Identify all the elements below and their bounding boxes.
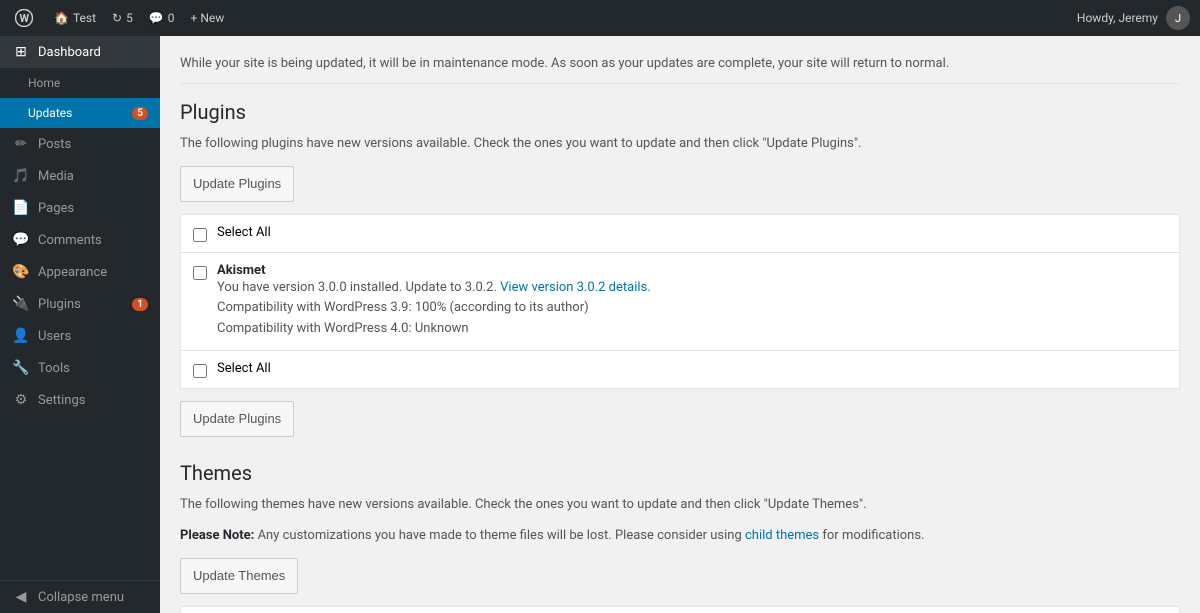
- sidebar-item-users[interactable]: 👤 Users: [0, 320, 160, 352]
- svg-text:W: W: [20, 12, 30, 25]
- plugin-row-akismet: Akismet You have version 3.0.0 installed…: [181, 253, 1179, 351]
- site-name-label: Test: [73, 11, 96, 25]
- themes-note-end: for modifications.: [822, 528, 924, 543]
- plugin-version-link[interactable]: View version 3.0.2 details.: [500, 280, 651, 295]
- update-themes-button[interactable]: Update Themes: [180, 558, 298, 594]
- admin-bar: W 🏠 Test ↻ 5 💬 0 + New Howdy, Jeremy J: [0, 0, 1200, 36]
- greeting-text: Howdy, Jeremy: [1077, 11, 1158, 25]
- plugin-details: You have version 3.0.0 installed. Update…: [217, 278, 651, 340]
- admin-bar-right: Howdy, Jeremy J: [1077, 6, 1190, 30]
- site-name-item[interactable]: 🏠 Test: [54, 11, 96, 25]
- themes-title: Themes: [180, 461, 1180, 485]
- sidebar-updates-label: Updates: [28, 106, 124, 120]
- plugin-info: Akismet You have version 3.0.0 installed…: [217, 263, 651, 340]
- plugins-title: Plugins: [180, 100, 1180, 124]
- plugins-select-all-top-row: Select All Akismet You have version 3.0.…: [180, 214, 1180, 389]
- sidebar-home-label: Home: [28, 76, 148, 90]
- sidebar: ⊞ Dashboard Home Updates 5 ✏ Posts 🎵 Med…: [0, 36, 160, 613]
- themes-note: Please Note: Any customizations you have…: [180, 526, 1180, 546]
- akismet-checkbox[interactable]: [193, 266, 207, 280]
- avatar[interactable]: J: [1166, 6, 1190, 30]
- sidebar-item-posts[interactable]: ✏ Posts: [0, 128, 160, 160]
- sidebar-item-collapse[interactable]: ◀ Collapse menu: [0, 580, 160, 613]
- sidebar-pages-label: Pages: [38, 201, 148, 216]
- update-plugins-button-top[interactable]: Update Plugins: [180, 166, 294, 202]
- sidebar-plugins-label: Plugins: [38, 297, 124, 312]
- sidebar-item-plugins[interactable]: 🔌 Plugins 1: [0, 288, 160, 320]
- updates-icon: ↻: [112, 11, 122, 25]
- sidebar-item-pages[interactable]: 📄 Pages: [0, 192, 160, 224]
- main-layout: ⊞ Dashboard Home Updates 5 ✏ Posts 🎵 Med…: [0, 36, 1200, 613]
- comments-count: 0: [168, 11, 175, 25]
- themes-table: Select All Twenty Fourteen: [180, 606, 1180, 613]
- tools-icon: 🔧: [12, 360, 30, 376]
- new-item[interactable]: + New: [191, 11, 225, 25]
- wp-logo-icon[interactable]: W: [10, 4, 38, 32]
- update-plugins-button-bottom[interactable]: Update Plugins: [180, 401, 294, 437]
- themes-description: The following themes have new versions a…: [180, 495, 1180, 515]
- posts-icon: ✏: [12, 136, 30, 152]
- plugin-compat2: Compatibility with WordPress 4.0: Unknow…: [217, 321, 469, 336]
- select-all-bottom-label: Select All: [217, 361, 271, 376]
- sidebar-item-updates[interactable]: Updates 5: [0, 98, 160, 128]
- sidebar-media-label: Media: [38, 169, 148, 184]
- sidebar-item-tools[interactable]: 🔧 Tools: [0, 352, 160, 384]
- themes-select-all-row: Select All: [181, 607, 1179, 613]
- comments-sidebar-icon: 💬: [12, 232, 30, 248]
- updates-item[interactable]: ↻ 5: [112, 11, 133, 25]
- sidebar-item-appearance[interactable]: 🎨 Appearance: [0, 256, 160, 288]
- pages-icon: 📄: [12, 200, 30, 216]
- sidebar-item-settings[interactable]: ⚙ Settings: [0, 384, 160, 416]
- themes-note-bold: Please Note:: [180, 528, 254, 543]
- settings-icon: ⚙: [12, 392, 30, 408]
- plugins-section: Plugins The following plugins have new v…: [180, 100, 1180, 437]
- content-area: While your site is being updated, it wil…: [160, 36, 1200, 613]
- appearance-icon: 🎨: [12, 264, 30, 280]
- media-icon: 🎵: [12, 168, 30, 184]
- themes-note-text: Any customizations you have made to them…: [258, 528, 745, 543]
- plugin-name: Akismet: [217, 263, 651, 278]
- sidebar-item-dashboard[interactable]: ⊞ Dashboard: [0, 36, 160, 68]
- maintenance-note-text: While your site is being updated, it wil…: [180, 56, 949, 71]
- sidebar-tools-label: Tools: [38, 361, 148, 376]
- plugins-badge: 1: [132, 298, 148, 311]
- plugin-version-text: You have version 3.0.0 installed. Update…: [217, 280, 497, 295]
- updates-badge: 5: [132, 107, 148, 120]
- sidebar-users-label: Users: [38, 329, 148, 344]
- collapse-icon: ◀: [12, 589, 30, 605]
- plugins-description: The following plugins have new versions …: [180, 134, 1180, 154]
- child-themes-link[interactable]: child themes: [745, 528, 819, 543]
- comments-icon: 💬: [149, 11, 164, 25]
- sidebar-settings-label: Settings: [38, 393, 148, 408]
- sidebar-comments-label: Comments: [38, 233, 148, 248]
- select-all-checkbox-top[interactable]: [193, 228, 207, 242]
- sidebar-item-home[interactable]: Home: [0, 68, 160, 98]
- comments-item[interactable]: 💬 0: [149, 11, 175, 25]
- plugins-icon: 🔌: [12, 296, 30, 312]
- select-all-bottom: Select All: [181, 351, 1179, 388]
- users-icon: 👤: [12, 328, 30, 344]
- new-label: + New: [191, 11, 225, 25]
- home-icon: 🏠: [54, 11, 69, 25]
- maintenance-note: While your site is being updated, it wil…: [180, 56, 1180, 84]
- sidebar-item-comments[interactable]: 💬 Comments: [0, 224, 160, 256]
- sidebar-appearance-label: Appearance: [38, 265, 148, 280]
- sidebar-item-label: Dashboard: [38, 45, 148, 60]
- sidebar-posts-label: Posts: [38, 137, 148, 152]
- plugin-compat1: Compatibility with WordPress 3.9: 100% (…: [217, 300, 589, 315]
- sidebar-collapse-label: Collapse menu: [38, 590, 148, 605]
- select-all-top: Select All: [181, 215, 1179, 253]
- dashboard-icon: ⊞: [12, 44, 30, 60]
- updates-count: 5: [126, 11, 133, 25]
- select-all-checkbox-bottom[interactable]: [193, 364, 207, 378]
- themes-section: Themes The following themes have new ver…: [180, 461, 1180, 613]
- select-all-top-label: Select All: [217, 225, 271, 240]
- sidebar-item-media[interactable]: 🎵 Media: [0, 160, 160, 192]
